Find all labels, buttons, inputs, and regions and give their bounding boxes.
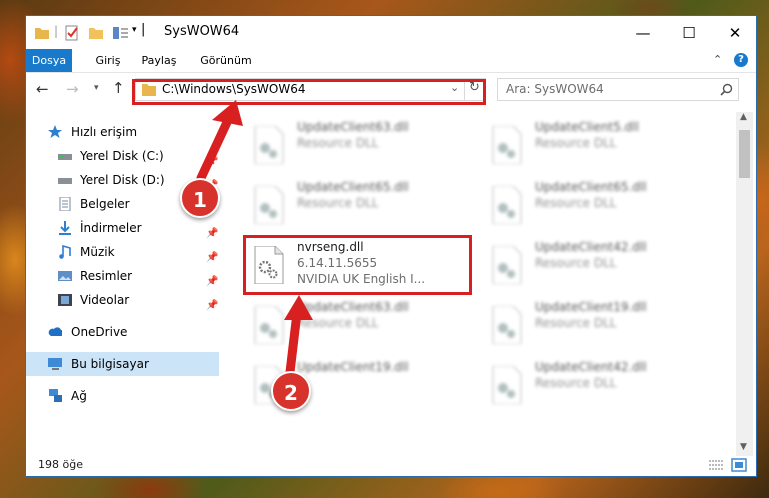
- annotation-arrows: [196, 100, 313, 377]
- arrow-1-head: [212, 100, 243, 126]
- arrow-2-head: [284, 295, 313, 320]
- arrow-1-shaft: [196, 113, 234, 183]
- step-badge-1: 1: [180, 178, 220, 218]
- step-badge-2: 2: [271, 371, 311, 411]
- arrow-2-shaft: [285, 308, 302, 377]
